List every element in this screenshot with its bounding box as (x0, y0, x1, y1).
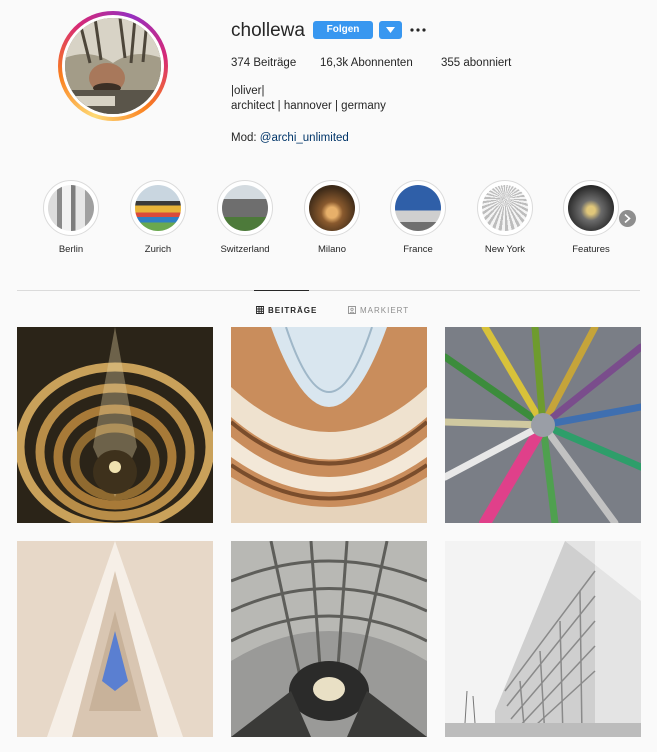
follow-button[interactable]: Folgen (313, 21, 373, 39)
highlight-label: New York (484, 244, 526, 255)
tab-tagged-label: MARKIERT (360, 306, 410, 315)
highlight-label: Zurich (144, 244, 172, 255)
highlight-cover (568, 185, 614, 231)
highlight-label: Berlin (58, 244, 84, 255)
tab-posts[interactable]: BEITRÄGE (256, 306, 317, 315)
highlight-milano[interactable]: Milano (304, 180, 360, 255)
highlight-berlin[interactable]: Berlin (43, 180, 99, 255)
highlight-new-york[interactable]: New York (477, 180, 533, 255)
more-options-button[interactable] (410, 20, 428, 38)
grid-icon (256, 306, 264, 314)
highlight-label: Switzerland (220, 244, 270, 255)
highlight-label: France (403, 244, 433, 255)
profile-avatar[interactable] (58, 11, 168, 121)
tab-posts-label: BEITRÄGE (268, 306, 318, 315)
highlight-cover (48, 185, 94, 231)
post-thumbnail[interactable] (17, 541, 213, 737)
post-thumbnail[interactable] (17, 327, 213, 523)
highlight-label: Milano (318, 244, 346, 255)
highlight-zurich[interactable]: Zurich (130, 180, 186, 255)
highlight-features[interactable]: Features (563, 180, 619, 255)
tagged-icon (348, 306, 356, 314)
highlight-cover (135, 185, 181, 231)
tabs-divider (17, 290, 640, 291)
chevron-right-icon (624, 214, 631, 223)
bio-mention-link[interactable]: @archi_unlimited (260, 132, 349, 144)
following-count[interactable]: 355 abonniert (441, 57, 511, 69)
bio-mod-prefix: Mod: (231, 132, 257, 144)
highlight-cover (222, 185, 268, 231)
highlight-france[interactable]: France (390, 180, 446, 255)
bio-mod-line: Mod: @archi_unlimited (231, 132, 349, 144)
highlight-switzerland[interactable]: Switzerland (217, 180, 273, 255)
highlight-label: Features (572, 244, 610, 255)
ellipsis-icon (410, 28, 426, 32)
highlight-cover (482, 185, 528, 231)
tab-tagged[interactable]: MARKIERT (348, 306, 409, 315)
username: chollewa (231, 20, 305, 41)
highlight-cover (309, 185, 355, 231)
avatar-photo (65, 18, 161, 114)
highlight-cover (395, 185, 441, 231)
suggestions-dropdown-button[interactable] (379, 21, 402, 39)
highlights-next-button[interactable] (619, 210, 636, 227)
post-thumbnail[interactable] (445, 327, 641, 523)
profile-name: |oliver| (231, 85, 265, 97)
posts-count: 374 Beiträge (231, 57, 297, 69)
bio-text: architect | hannover | germany (231, 100, 386, 112)
post-thumbnail[interactable] (231, 327, 427, 523)
chevron-down-icon (386, 27, 395, 33)
followers-count[interactable]: 16,3k Abonnenten (320, 57, 413, 69)
post-thumbnail[interactable] (445, 541, 641, 737)
post-thumbnail[interactable] (231, 541, 427, 737)
active-tab-indicator (254, 290, 309, 291)
